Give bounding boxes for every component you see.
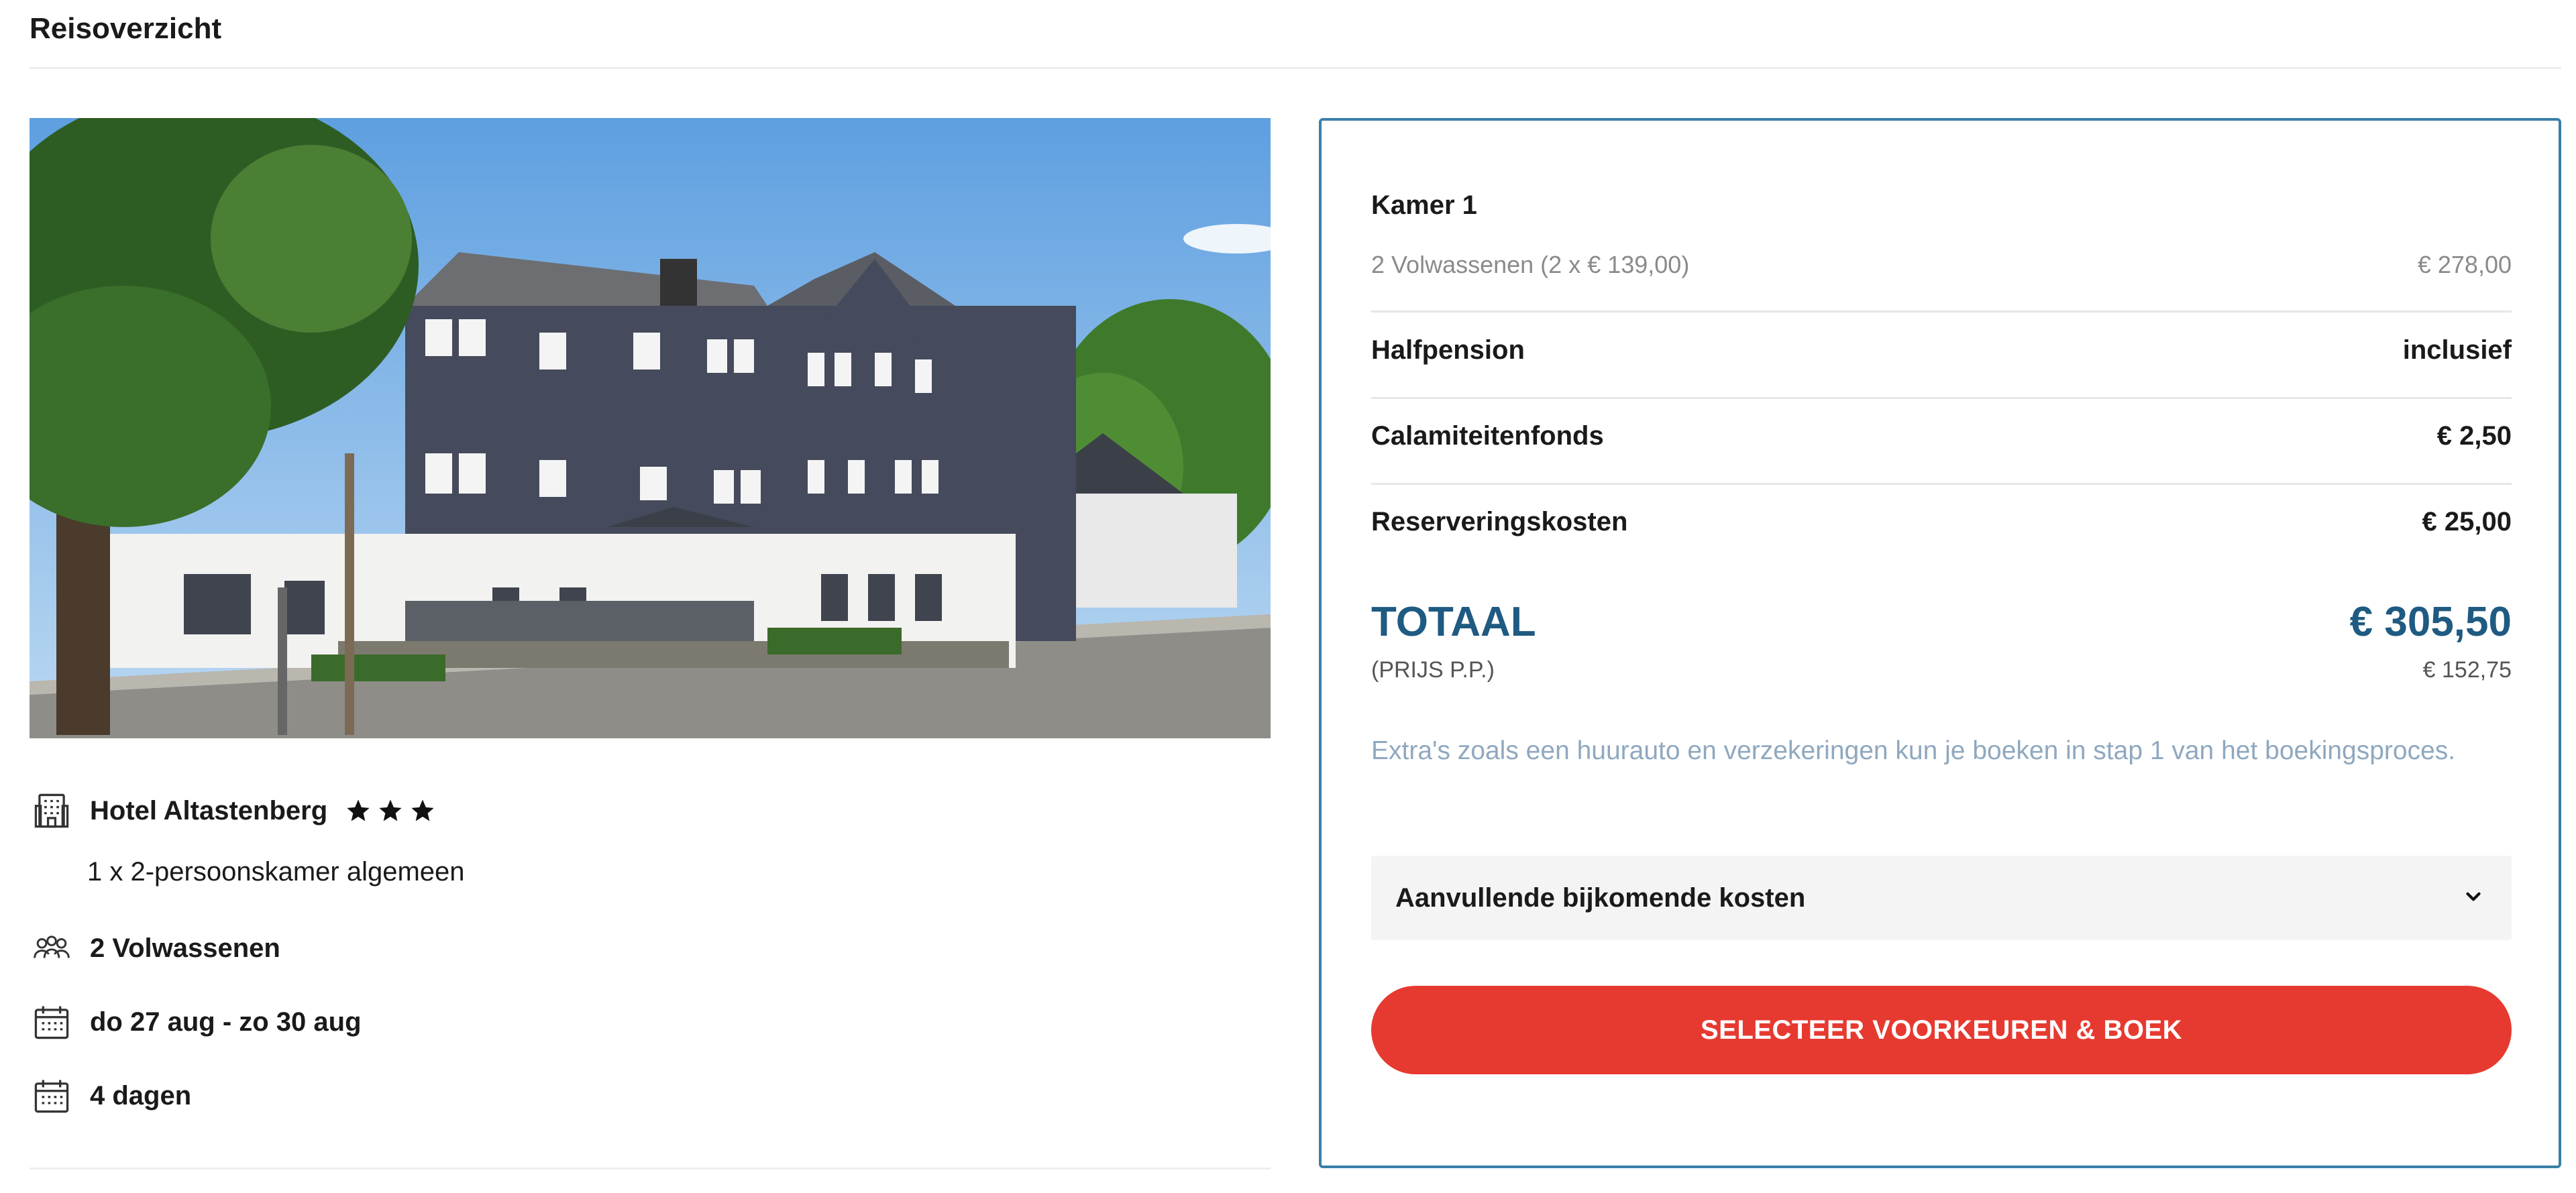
hotel-photo [30,118,1271,738]
room-detail-value: € 278,00 [2417,251,2512,278]
total-row: TOTAAL € 305,50 [1371,598,2512,646]
total-value: € 305,50 [2349,599,2512,645]
star-icon [411,799,434,821]
price-divider [1371,483,2512,485]
hotel-photo-illustration [30,118,1271,738]
hotel-name[interactable]: Hotel Altastenberg [90,796,327,826]
extra-costs-label: Aanvullende bijkomende kosten [1395,883,1806,913]
calendar-icon [32,1076,71,1115]
room-label: Kamer 1 [1371,190,1477,220]
people-icon [32,929,71,968]
price-line-halfpension: Halfpension inclusief [1371,335,2512,365]
price-line-label: Reserveringskosten [1371,507,1628,536]
star-icon [379,799,402,821]
extras-note: Extra's zoals een huurauto en verzekerin… [1371,736,2456,765]
header-divider [30,67,2561,69]
total-label: TOTAAL [1371,599,1536,645]
price-line-reserveringskosten: Reserveringskosten € 25,00 [1371,507,2512,537]
price-per-person-value: € 152,75 [2422,657,2512,683]
hotel-name-row: Hotel Altastenberg [32,791,436,830]
page-title: Reisoverzicht [30,12,222,45]
price-line-value: € 2,50 [2436,421,2512,451]
trip-duration: 4 dagen [90,1080,192,1111]
price-per-person-label: (PRIJS P.P.) [1371,657,1495,683]
chevron-down-icon[interactable] [2462,885,2485,911]
calendar-icon [32,1003,71,1041]
room-detail-row: 2 Volwassenen (2 x € 139,00) € 278,00 [1371,251,2512,279]
duration-row: 4 dagen [32,1076,191,1115]
price-summary-card: Kamer 1 2 Volwassenen (2 x € 139,00) € 2… [1319,118,2561,1168]
price-line-calamiteitenfonds: Calamiteitenfonds € 2,50 [1371,421,2512,451]
price-per-person-row: (PRIJS P.P.) € 152,75 [1371,657,2512,683]
guests-count: 2 Volwassenen [90,933,280,963]
room-header-row: Kamer 1 [1371,190,2512,221]
dates-row: do 27 aug - zo 30 aug [32,1003,362,1041]
room-type: 1 x 2-persoonskamer algemeen [87,857,465,887]
star-icon [347,799,370,821]
hotel-building-icon [32,791,71,830]
hotel-star-rating [345,797,436,824]
guests-row: 2 Volwassenen [32,929,280,968]
price-line-value: € 25,00 [2422,507,2512,536]
price-line-label: Halfpension [1371,335,1525,365]
room-detail-label: 2 Volwassenen (2 x € 139,00) [1371,251,1690,278]
details-divider [30,1168,1271,1170]
select-preferences-book-button[interactable]: SELECTEER VOORKEUREN & BOEK [1371,986,2512,1074]
travel-dates: do 27 aug - zo 30 aug [90,1007,362,1037]
price-line-value: inclusief [2402,335,2512,365]
price-line-label: Calamiteitenfonds [1371,421,1604,451]
extra-costs-accordion[interactable]: Aanvullende bijkomende kosten [1371,856,2512,940]
price-divider [1371,397,2512,399]
price-divider [1371,310,2512,313]
